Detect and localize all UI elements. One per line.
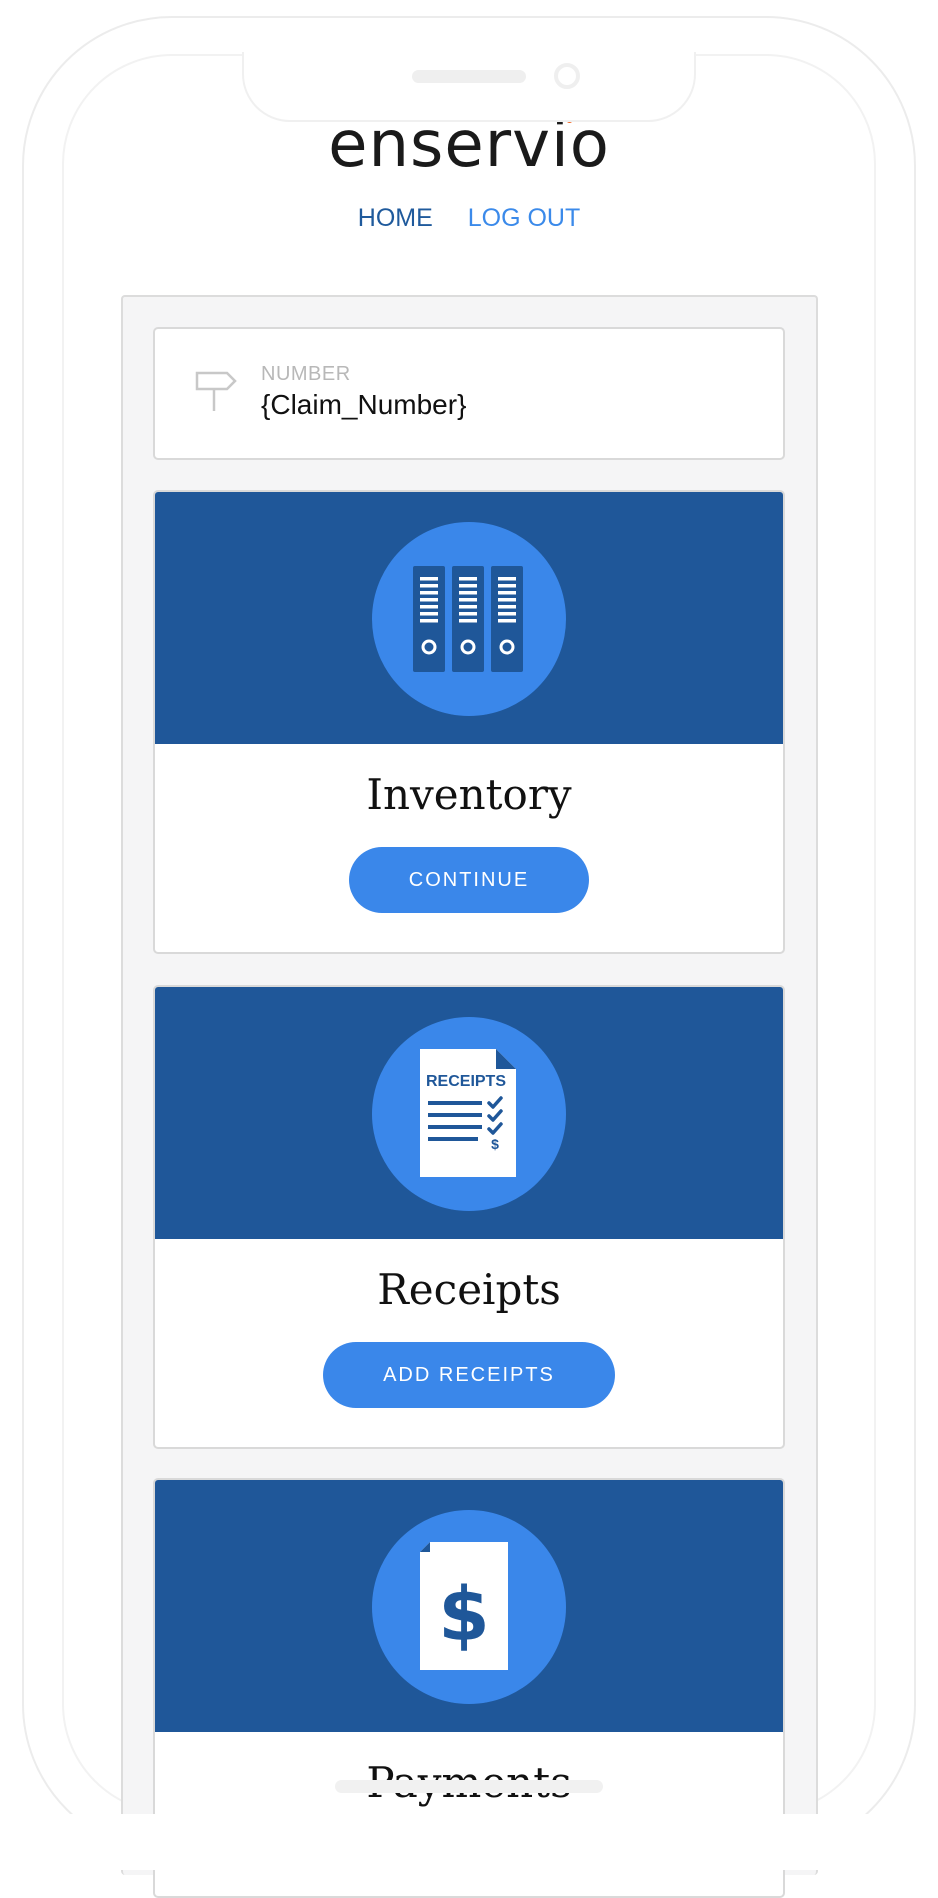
receipts-document-icon: RECEIPTS $ (420, 1049, 516, 1177)
receipts-card: RECEIPTS $ Receipts ADD RECEIPTS (153, 985, 785, 1449)
claim-number-value: {Claim_Number} (261, 389, 467, 420)
home-indicator-bar[interactable] (335, 1780, 603, 1793)
inventory-banner (155, 492, 783, 744)
binders-icon (413, 566, 523, 672)
speaker-grille (412, 70, 526, 83)
claim-number-label: NUMBER (261, 363, 351, 385)
svg-text:$: $ (438, 1572, 490, 1658)
top-nav: HOME LOG OUT (0, 204, 938, 233)
inventory-title: Inventory (366, 770, 572, 819)
payment-document-icon: $ (420, 1542, 508, 1670)
receipts-banner: RECEIPTS $ (155, 987, 783, 1239)
svg-text:$: $ (491, 1136, 499, 1152)
add-receipts-button[interactable]: ADD RECEIPTS (323, 1342, 615, 1408)
claim-number-card: NUMBER {Claim_Number} (153, 327, 785, 460)
front-camera (554, 63, 580, 89)
device-bottom-bezel (0, 1814, 938, 1870)
inventory-icon-circle (372, 522, 566, 716)
svg-text:RECEIPTS: RECEIPTS (426, 1073, 506, 1090)
device-notch (242, 52, 696, 122)
payments-icon-circle: $ (372, 1510, 566, 1704)
receipts-title: Receipts (377, 1265, 561, 1314)
nav-home-link[interactable]: HOME (358, 204, 433, 232)
inventory-continue-button[interactable]: CONTINUE (349, 847, 589, 913)
payments-banner: $ (155, 1480, 783, 1732)
receipts-icon-circle: RECEIPTS $ (372, 1017, 566, 1211)
inventory-card: Inventory CONTINUE (153, 490, 785, 954)
nav-logout-link[interactable]: LOG OUT (468, 204, 581, 232)
signpost-icon (195, 371, 237, 411)
